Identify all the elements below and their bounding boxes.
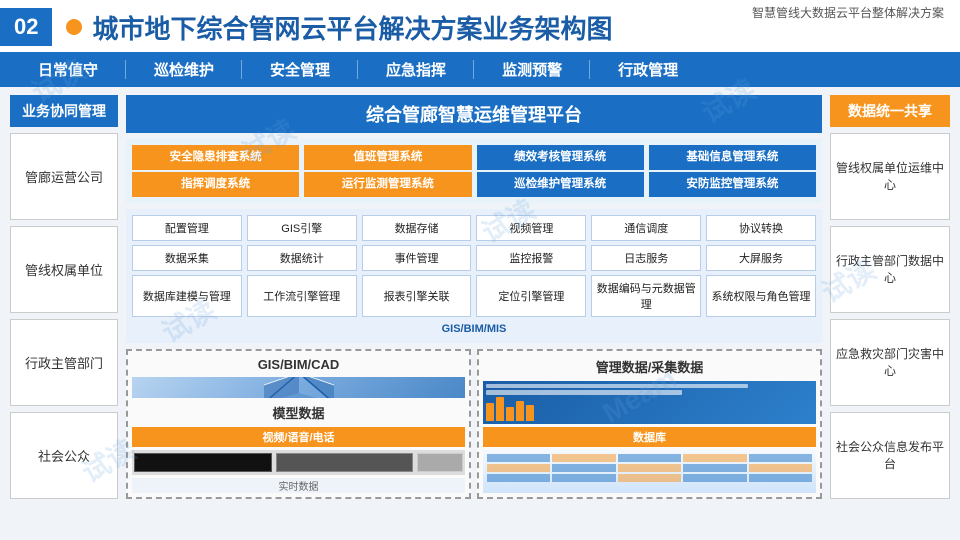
gis-label: GIS/BIM/MIS (132, 321, 816, 337)
right-col-header: 数据统一共享 (830, 95, 950, 127)
database-label: 数据库 (483, 427, 816, 447)
grid-cell-0-5: 协议转换 (706, 215, 816, 241)
grid-cell-0-2: 数据存储 (362, 215, 472, 241)
platform-title: 综合管廊智慧运维管理平台 (126, 95, 822, 133)
left-item-0: 管廊运营公司 (10, 133, 118, 220)
tab-daily[interactable]: 日常值守 (10, 52, 126, 87)
grid-cell-2-4: 数据编码与元数据管理 (591, 275, 701, 317)
main-content: 业务协同管理 管廊运营公司 管线权属单位 行政主管部门 社会公众 综合管廊智慧运… (0, 87, 960, 507)
tab-safety[interactable]: 安全管理 (242, 52, 358, 87)
tab-inspection[interactable]: 巡检维护 (126, 52, 242, 87)
grid-cell-0-1: GIS引擎 (247, 215, 357, 241)
grid-cell-0-3: 视频管理 (476, 215, 586, 241)
bottom-left-panel: GIS/BIM/CAD 模型数据 视频/语音/电话 (126, 349, 471, 499)
tab-admin[interactable]: 行政管理 (590, 52, 706, 87)
bottom-right-panel: 管理数据/采集数据 (477, 349, 822, 499)
left-item-3: 社会公众 (10, 412, 118, 499)
grid-cell-1-1: 数据统计 (247, 245, 357, 271)
sys-3: 基础信息管理系统 (649, 145, 816, 170)
left-col-header: 业务协同管理 (10, 95, 118, 127)
grid-cell-2-2: 报表引擎关联 (362, 275, 472, 317)
bottom-left-label: GIS/BIM/CAD (132, 355, 465, 374)
mgmt-screen-area (483, 381, 816, 424)
grid-cell-1-5: 大屏服务 (706, 245, 816, 271)
grid-cell-2-1: 工作流引擎管理 (247, 275, 357, 317)
sys-7: 安防监控管理系统 (649, 172, 816, 197)
slide-number: 02 (0, 8, 52, 46)
bottom-section: GIS/BIM/CAD 模型数据 视频/语音/电话 (126, 349, 822, 499)
grid-cell-1-0: 数据采集 (132, 245, 242, 271)
grid-cell-2-3: 定位引擎管理 (476, 275, 586, 317)
grid-cell-1-4: 日志服务 (591, 245, 701, 271)
center-column: 综合管廊智慧运维管理平台 安全隐患排查系统 值班管理系统 绩效考核管理系统 基础… (126, 95, 822, 499)
grid-row-2: 数据采集 数据统计 事件管理 监控报警 日志服务 大屏服务 (132, 245, 816, 271)
right-item-2: 应急救灾部门灾害中心 (830, 319, 950, 406)
grid-cell-1-2: 事件管理 (362, 245, 472, 271)
tab-monitor[interactable]: 监测预警 (474, 52, 590, 87)
realtime-label: 视频/语音/电话 (132, 427, 465, 447)
grid-row-3: 数据库建模与管理 工作流引擎管理 报表引擎关联 定位引擎管理 数据编码与元数据管… (132, 275, 816, 317)
grid-row-1: 配置管理 GIS引擎 数据存储 视频管理 通信调度 协议转换 (132, 215, 816, 241)
model-data-label: 模型数据 (132, 401, 465, 424)
tab-emergency[interactable]: 应急指挥 (358, 52, 474, 87)
grid-cell-1-3: 监控报警 (476, 245, 586, 271)
sys-4: 指挥调度系统 (132, 172, 299, 197)
header: 02 城市地下综合管网云平台解决方案业务架构图 智慧管线大数据云平台整体解决方案 (0, 0, 960, 52)
left-item-1: 管线权属单位 (10, 226, 118, 313)
sys-1: 值班管理系统 (304, 145, 471, 170)
page-title: 城市地下综合管网云平台解决方案业务架构图 (92, 9, 612, 46)
systems-row-2: 指挥调度系统 运行监测管理系统 巡检维护管理系统 安防监控管理系统 (132, 172, 816, 197)
grid-cell-2-0: 数据库建模与管理 (132, 275, 242, 317)
right-item-0: 管线权属单位运维中心 (830, 133, 950, 220)
database-area (483, 450, 816, 493)
realtime-data-label: 实时数据 (132, 478, 465, 493)
sys-0: 安全隐患排查系统 (132, 145, 299, 170)
video-area (132, 450, 465, 475)
grid-cell-0-0: 配置管理 (132, 215, 242, 241)
bottom-right-label: 管理数据/采集数据 (483, 355, 816, 378)
bim-image (132, 377, 465, 398)
systems-section: 安全隐患排查系统 值班管理系统 绩效考核管理系统 基础信息管理系统 指挥调度系统… (126, 139, 822, 203)
left-item-2: 行政主管部门 (10, 319, 118, 406)
top-navigation: 日常值守 巡检维护 安全管理 应急指挥 监测预警 行政管理 (0, 52, 960, 87)
systems-row-1: 安全隐患排查系统 值班管理系统 绩效考核管理系统 基础信息管理系统 (132, 145, 816, 170)
right-item-1: 行政主管部门数据中心 (830, 226, 950, 313)
right-column: 数据统一共享 管线权属单位运维中心 行政主管部门数据中心 应急救灾部门灾害中心 … (830, 95, 950, 499)
top-label: 智慧管线大数据云平台整体解决方案 (752, 4, 944, 21)
sys-6: 巡检维护管理系统 (477, 172, 644, 197)
sys-2: 绩效考核管理系统 (477, 145, 644, 170)
grid-cell-2-5: 系统权限与角色管理 (706, 275, 816, 317)
sys-5: 运行监测管理系统 (304, 172, 471, 197)
grid-cell-0-4: 通信调度 (591, 215, 701, 241)
title-dot (66, 19, 82, 35)
right-item-3: 社会公众信息发布平台 (830, 412, 950, 499)
left-column: 业务协同管理 管廊运营公司 管线权属单位 行政主管部门 社会公众 (10, 95, 118, 499)
grid-section: 配置管理 GIS引擎 数据存储 视频管理 通信调度 协议转换 数据采集 数据统计… (126, 209, 822, 343)
